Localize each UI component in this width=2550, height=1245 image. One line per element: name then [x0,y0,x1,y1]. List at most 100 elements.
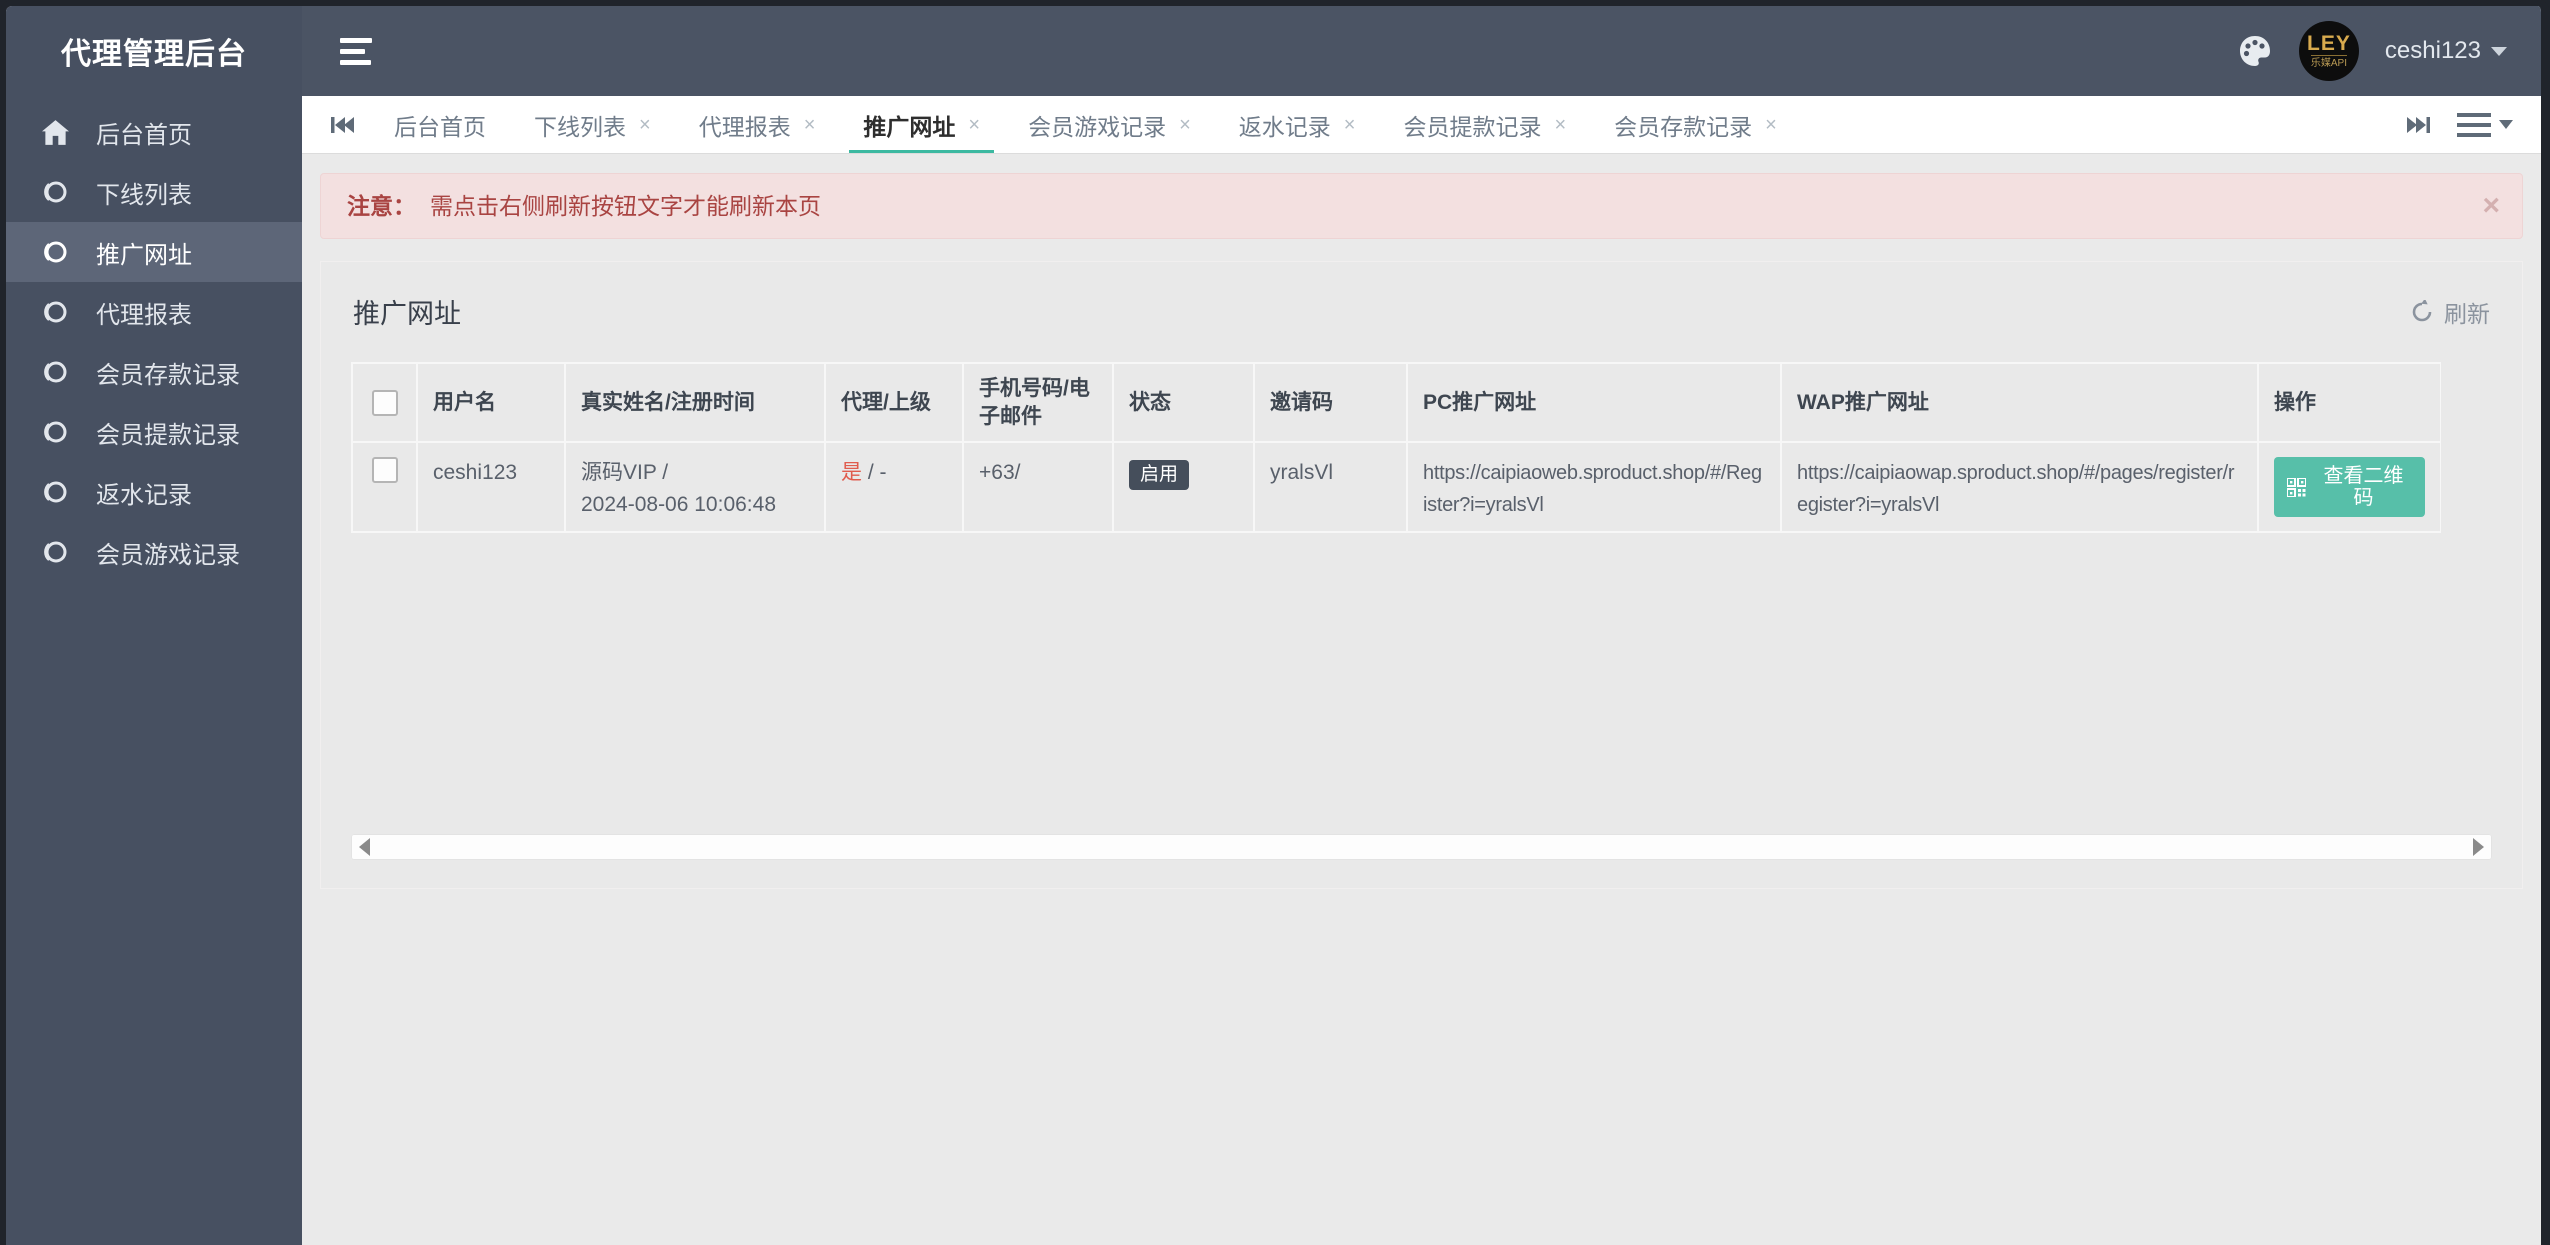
topbar-right: LEY 乐媒API ceshi123 [2237,21,2507,81]
col-header-username: 用户名 [418,364,564,441]
promo-url-panel: 推广网址 刷新 用户名 真实姓名/注册时间 代理/上级 手机号码/电子邮件 状态… [320,261,2523,889]
col-header-actions: 操作 [2259,364,2440,441]
sidebar-item-rebate-record[interactable]: 返水记录 [6,462,302,522]
scroll-tabs-right-button[interactable] [2405,114,2431,136]
promo-table: 用户名 真实姓名/注册时间 代理/上级 手机号码/电子邮件 状态 邀请码 PC推… [351,362,2441,533]
view-qrcode-label: 查看二维码 [2323,465,2404,509]
theme-palette-icon[interactable] [2237,33,2273,69]
app-title: 代理管理后台 [61,38,247,71]
alert-message: 需点击右侧刷新按钮文字才能刷新本页 [430,193,821,219]
tab-rebate-record[interactable]: 返水记录 × [1215,96,1380,153]
qrcode-icon [2287,477,2306,497]
sidebar-item-label: 会员提款记录 [96,421,240,449]
agent-parent-suffix: / - [867,461,887,484]
sidebar-item-member-deposit[interactable]: 会员存款记录 [6,342,302,402]
tabbar: 后台首页 下线列表 × 代理报表 × 推广网址 × 会员游戏记录 × 返水记录 … [302,96,2541,154]
sidebar-toggle-button[interactable] [336,30,376,73]
scroll-right-arrow[interactable] [2473,838,2484,856]
close-icon[interactable]: × [968,115,980,135]
refresh-button[interactable]: 刷新 [2410,295,2490,329]
tab-agent-report[interactable]: 代理报表 × [675,96,840,153]
username: ceshi123 [2384,37,2481,64]
tab-list: 后台首页 下线列表 × 代理报表 × 推广网址 × 会员游戏记录 × 返水记录 … [370,96,2405,153]
close-icon[interactable]: × [804,115,816,135]
panel-title: 推广网址 [353,299,461,329]
caret-down-icon [2491,46,2507,56]
sidebar-item-label: 会员游戏记录 [96,541,240,569]
tab-options-button[interactable] [2457,112,2513,137]
tab-promo-url[interactable]: 推广网址 × [839,96,1004,153]
home-icon [40,119,70,145]
tab-home[interactable]: 后台首页 [370,96,510,153]
col-header-invite-code: 邀请码 [1255,364,1406,441]
cell-pc-url: https://caipiaoweb.sproduct.shop/#/Regis… [1408,443,1780,531]
refresh-icon [2410,299,2434,324]
horizontal-scrollbar[interactable] [351,834,2492,860]
view-qrcode-button[interactable]: 查看二维码 [2274,457,2425,517]
sidebar-item-downline-list[interactable]: 下线列表 [6,162,302,222]
sidebar-item-agent-report[interactable]: 代理报表 [6,282,302,342]
cell-invite-code: yralsVl [1255,443,1406,531]
sidebar-item-label: 推广网址 [96,241,192,269]
col-header-wap-url: WAP推广网址 [1782,364,2257,441]
alert-label: 注意： [347,193,416,219]
circle-icon [40,299,70,325]
circle-icon [40,179,70,205]
cell-actions: 查看二维码 [2259,443,2440,531]
sidebar: 代理管理后台 后台首页 下线列表 推广网址 代理报表 会员存款记录 会员提款记录… [6,6,302,1245]
close-icon[interactable]: × [639,115,651,135]
register-time: 2024-08-06 10:06:48 [581,493,776,516]
sidebar-item-label: 返水记录 [96,481,192,509]
tab-member-deposit-record[interactable]: 会员存款记录 × [1590,96,1801,153]
table-row-checkbox-cell [353,443,416,531]
panel-header: 推广网址 刷新 [351,262,2492,362]
sidebar-item-promo-url[interactable]: 推广网址 [6,222,302,282]
is-agent-flag: 是 [841,461,862,484]
circle-icon [40,419,70,445]
close-icon[interactable]: × [1765,115,1777,135]
circle-icon [40,359,70,385]
sidebar-item-member-withdraw[interactable]: 会员提款记录 [6,402,302,462]
sidebar-menu: 后台首页 下线列表 推广网址 代理报表 会员存款记录 会员提款记录 返水记录 会… [6,96,302,582]
cell-agent-parent: 是 / - [826,443,962,531]
avatar[interactable]: LEY 乐媒API [2298,21,2359,81]
scroll-tabs-left-button[interactable] [330,114,356,136]
sidebar-item-label: 下线列表 [96,181,192,209]
col-header-realname-time: 真实姓名/注册时间 [566,364,824,441]
tab-member-withdraw-record[interactable]: 会员提款记录 × [1379,96,1590,153]
app-window: 代理管理后台 后台首页 下线列表 推广网址 代理报表 会员存款记录 会员提款记录… [0,0,2550,1245]
close-icon[interactable]: × [1179,115,1191,135]
row-checkbox[interactable] [371,457,398,483]
tab-member-game-record[interactable]: 会员游戏记录 × [1004,96,1215,153]
alert-banner: 注意： 需点击右侧刷新按钮文字才能刷新本页 × [320,173,2523,239]
table-header-checkbox [353,364,416,441]
sidebar-item-home[interactable]: 后台首页 [6,102,302,162]
sidebar-item-member-game-record[interactable]: 会员游戏记录 [6,522,302,582]
avatar-logo-text: LEY [2307,32,2351,55]
select-all-checkbox[interactable] [371,389,398,416]
refresh-label: 刷新 [2444,300,2490,327]
sidebar-item-label: 会员存款记录 [96,361,240,389]
scroll-left-arrow[interactable] [359,838,370,856]
close-icon[interactable]: × [1554,115,1566,135]
avatar-logo-subtext: 乐媒API [2310,55,2347,69]
cell-status: 启用 [1114,443,1253,531]
cell-phone-email: +63/ [964,443,1112,531]
close-icon[interactable]: × [1344,115,1356,135]
sidebar-item-label: 后台首页 [96,121,192,149]
topbar: LEY 乐媒API ceshi123 [302,6,2541,96]
col-header-agent-parent: 代理/上级 [826,364,962,441]
caret-down-icon [2499,120,2513,129]
status-badge: 启用 [1129,460,1190,490]
circle-icon [40,479,70,505]
close-icon[interactable]: × [2482,191,2500,221]
realname: 源码VIP / [581,461,669,484]
tab-downline-list[interactable]: 下线列表 × [510,96,675,153]
col-header-pc-url: PC推广网址 [1408,364,1780,441]
cell-username: ceshi123 [418,443,564,531]
col-header-status: 状态 [1114,364,1253,441]
sidebar-item-label: 代理报表 [96,301,192,329]
user-menu[interactable]: ceshi123 [2385,37,2507,65]
cell-wap-url: https://caipiaowap.sproduct.shop/#/pages… [1782,443,2257,531]
menu-bars-icon [2457,112,2491,137]
